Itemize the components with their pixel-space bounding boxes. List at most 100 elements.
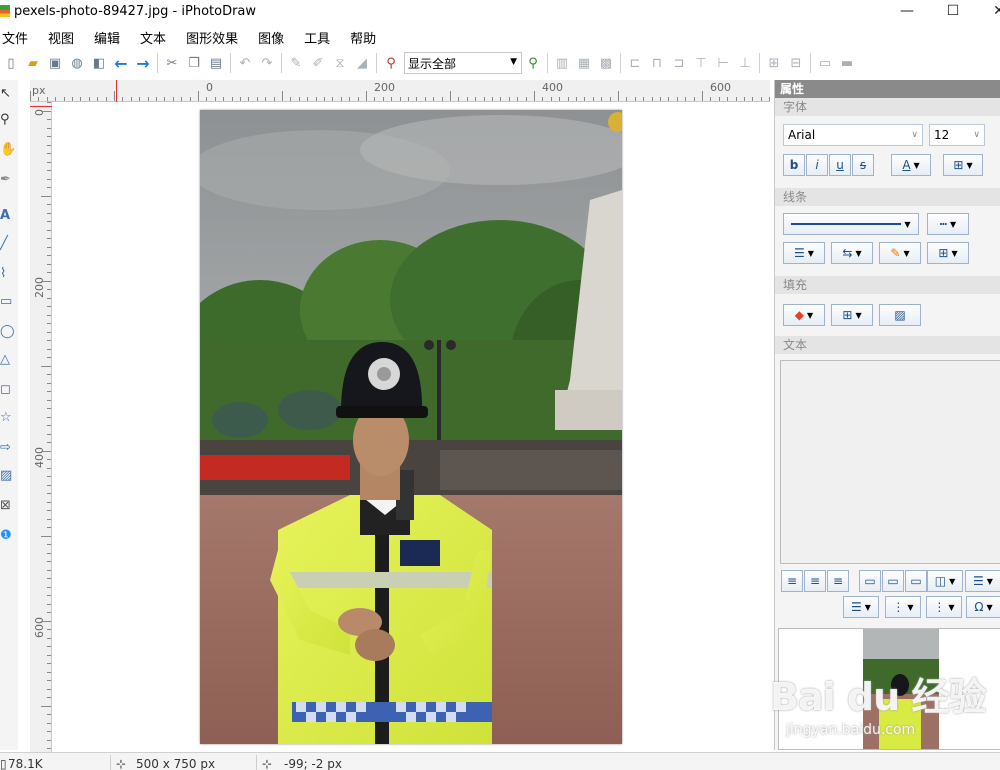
menu-edit[interactable]: 编辑 [94,28,120,47]
ungroup-icon[interactable]: ⊟ [785,52,807,74]
ruler-tick [47,187,51,188]
zoom-tool-icon[interactable]: ⚲ [0,108,18,130]
star-tool-icon[interactable]: ☆ [0,406,18,428]
bold-button[interactable]: b [783,154,805,176]
menu-view[interactable]: 视图 [48,28,74,47]
strikethrough-button[interactable]: s [852,154,874,176]
align-middle-icon[interactable]: ⊢ [712,52,734,74]
text-box-button[interactable]: ◫ ▼ [927,570,963,592]
numbering-button[interactable]: ⋮ ▼ [885,596,921,618]
menu-file[interactable]: 文件 [2,28,28,47]
rotate-left-icon[interactable]: ↶ [234,52,256,74]
menu-image[interactable]: 图像 [258,28,284,47]
ruler-tick [41,450,51,452]
valign-bottom-button[interactable]: ▭ [905,570,927,592]
chevron-down-icon: ▼ [864,602,871,612]
align-right-button[interactable]: ≡ [827,570,849,592]
align-left-icon[interactable]: ⊏ [624,52,646,74]
ruler-tick [47,297,51,299]
align-bottom-icon[interactable]: ⊥ [734,52,756,74]
font-color-button[interactable]: A ▼ [891,154,931,176]
menu-tools[interactable]: 工具 [304,28,330,47]
skew-icon[interactable]: ◢ [351,52,373,74]
picker-tool-icon[interactable]: ✒ [0,168,18,190]
ruler-tick [41,705,51,707]
triangle-tool-icon[interactable]: △ [0,348,18,370]
group-icon[interactable]: ⊞ [763,52,785,74]
copy-icon[interactable]: ❐ [183,52,205,74]
indent-button[interactable]: ⋮ ▼ [926,596,962,618]
ruler-label: 0 [206,81,213,94]
text-input-area[interactable] [780,360,1000,564]
rotate-right-icon[interactable]: ↷ [256,52,278,74]
valign-middle-button[interactable]: ▭ [882,570,904,592]
arrow-style-button[interactable]: ⇆ ▼ [831,242,873,264]
brush-icon[interactable]: ✐ [307,52,329,74]
flip-icon[interactable]: ⧖ [329,52,351,74]
symbol-button[interactable]: Ω ▼ [966,596,1000,618]
pointer-tool-icon[interactable]: ↖ [0,82,18,104]
ruler-tick [466,97,468,101]
layout-icon[interactable]: ▩ [595,52,617,74]
menu-text[interactable]: 文本 [140,28,166,47]
font-name-value: Arial [788,128,816,142]
callout-tool-icon[interactable]: ◻ [0,378,18,400]
save-icon[interactable]: ▣ [44,52,66,74]
line-color-button[interactable]: ✎ ▼ [879,242,921,264]
bullets-button[interactable]: ☰ ▼ [843,596,879,618]
canvas-photo[interactable] [200,110,622,744]
image-tool-icon[interactable]: ▨ [0,464,18,486]
undo-arrow-icon[interactable]: ← [110,52,132,74]
layout-icon[interactable]: ▦ [573,52,595,74]
close-button[interactable]: ✕ [976,0,1000,22]
fill-color-button[interactable]: ◆ ▼ [783,304,825,326]
rectangle-tool-icon[interactable]: ▭ [0,290,18,312]
new-file-icon[interactable]: ▯ [0,52,22,74]
info-tool-icon[interactable]: ❶ [0,524,18,546]
zoom-dropdown[interactable]: 显示全部 ▼ [404,52,522,74]
line-width-button[interactable]: ☰ ▼ [783,242,825,264]
line-grid-button[interactable]: ⊞ ▼ [927,242,969,264]
maximize-button[interactable]: ☐ [930,0,976,22]
cut-icon[interactable]: ✂ [161,52,183,74]
ruler-tick [122,97,124,101]
align-left-button[interactable]: ≡ [781,570,803,592]
scan-icon[interactable]: ◧ [88,52,110,74]
align-center-button[interactable]: ≡ [804,570,826,592]
layout-icon[interactable]: ▥ [551,52,573,74]
minimize-button[interactable]: — [884,0,930,22]
ruler-tick [47,459,51,460]
arrow-shape-tool-icon[interactable]: ⇨ [0,436,18,458]
line-style-select[interactable]: ▼ [783,213,919,235]
pan-tool-icon[interactable]: ✋ [0,138,18,160]
italic-button[interactable]: i [806,154,828,176]
crop-tool-icon[interactable]: ⊠ [0,494,18,516]
align-right-icon[interactable]: ⊐ [668,52,690,74]
text-tool-icon[interactable]: A [0,204,18,226]
bring-front-icon[interactable]: ▭ [814,52,836,74]
globe-icon[interactable]: ◍ [66,52,88,74]
underline-button[interactable]: u [829,154,851,176]
fill-pattern-button[interactable]: ⊞ ▼ [831,304,873,326]
redo-arrow-icon[interactable]: → [132,52,154,74]
line-spacing-button[interactable]: ☰ ▼ [965,570,1000,592]
open-folder-icon[interactable]: ▰ [22,52,44,74]
font-name-select[interactable]: Arial ∨ [783,124,923,146]
paste-icon[interactable]: ▤ [205,52,227,74]
send-back-icon[interactable]: ▬ [836,52,858,74]
zoom-in-icon[interactable]: ⚲ [522,52,544,74]
dash-style-button[interactable]: ┅ ▼ [927,213,969,235]
edit-icon[interactable]: ✎ [285,52,307,74]
line-tool-icon[interactable]: ╱ [0,232,18,254]
ellipse-tool-icon[interactable]: ◯ [0,320,18,342]
menu-shape-effects[interactable]: 图形效果 [186,28,238,47]
zoom-out-icon[interactable]: ⚲ [380,52,402,74]
align-center-icon[interactable]: ⊓ [646,52,668,74]
menu-help[interactable]: 帮助 [350,28,376,47]
valign-top-button[interactable]: ▭ [859,570,881,592]
align-top-icon[interactable]: ⊤ [690,52,712,74]
font-size-select[interactable]: 12 ∨ [929,124,985,146]
text-grid-button[interactable]: ⊞ ▼ [943,154,983,176]
fill-image-button[interactable]: ▨ [879,304,921,326]
polyline-tool-icon[interactable]: ⌇ [0,262,18,284]
